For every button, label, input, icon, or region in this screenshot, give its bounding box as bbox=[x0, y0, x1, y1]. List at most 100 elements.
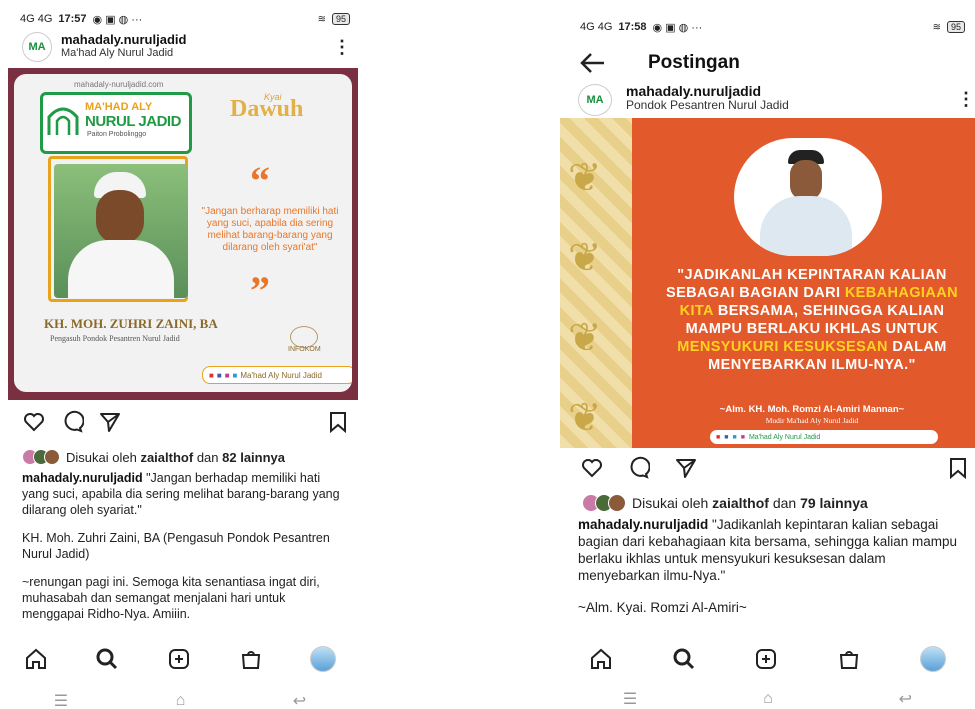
likes-user[interactable]: zaialthof bbox=[712, 495, 769, 511]
shop-icon[interactable] bbox=[239, 647, 263, 671]
menu-icon[interactable]: ☰ bbox=[54, 691, 68, 709]
youtube-icon: ■ bbox=[209, 370, 214, 380]
likes-row[interactable]: Disukai oleh zaialthof dan 79 lainnya bbox=[582, 494, 868, 512]
status-bar: 4G 4G 17:58 ◉ ▣ ◍ ··· ≋ 95 bbox=[580, 18, 965, 36]
rubric-title: Dawuh bbox=[230, 96, 304, 122]
mosque-logo-icon bbox=[47, 107, 79, 135]
mahad-logo: MA'HAD ALY NURUL JADID Paiton Probolingg… bbox=[40, 92, 192, 154]
likes-user[interactable]: zaialthof bbox=[140, 450, 193, 465]
liker-avatars bbox=[582, 494, 626, 512]
kyai-name: KH. MOH. ZUHRI ZAINI, BA bbox=[44, 316, 218, 331]
caption-text2: ~Alm. Kyai. Romzi Al-Amiri~ bbox=[578, 600, 747, 615]
more-icon[interactable]: ⋮ bbox=[957, 90, 975, 108]
social-bar: ■ ■ ■ ■ Ma'had Aly Nurul Jadid bbox=[710, 430, 938, 444]
quote-close-icon: ” bbox=[250, 268, 270, 313]
kyai-role: Pengasuh Pondok Pesantren Nurul Jadid bbox=[50, 334, 180, 343]
right-phone-screen: 4G 4G 17:58 ◉ ▣ ◍ ··· ≋ 95 Postingan MA … bbox=[560, 0, 975, 709]
likes-middle: dan bbox=[772, 495, 797, 511]
logo-sub: Paiton Probolinggo bbox=[87, 131, 147, 138]
comment-icon[interactable] bbox=[60, 410, 84, 434]
system-nav: ☰ ⌂ ↩ bbox=[560, 688, 975, 709]
caption-username[interactable]: mahadaly.nuruljadid bbox=[578, 517, 708, 532]
status-bar: 4G 4G 17:57 ◉ ▣ ◍ ··· ≋ 95 bbox=[20, 10, 350, 28]
heart-icon[interactable] bbox=[22, 410, 46, 434]
bookmark-icon[interactable] bbox=[326, 410, 350, 434]
notification-icons: ◉ ▣ ◍ ··· bbox=[652, 21, 703, 34]
menu-icon[interactable]: ☰ bbox=[623, 689, 637, 709]
share-icon[interactable] bbox=[98, 410, 122, 434]
logo-line1: MA'HAD ALY bbox=[85, 101, 153, 113]
post-caption: mahadaly.nuruljadid "Jangan berhadap mem… bbox=[22, 470, 348, 634]
caption-username[interactable]: mahadaly.nuruljadid bbox=[22, 471, 143, 485]
ornament-border: ❦ ❦ ❦ ❦ bbox=[560, 118, 632, 448]
mudir-photo bbox=[734, 138, 882, 256]
post-username[interactable]: mahadaly.nuruljadid bbox=[61, 32, 186, 47]
likes-count[interactable]: 82 lainnya bbox=[222, 450, 285, 465]
social-label: Ma'had Aly Nurul Jadid bbox=[240, 370, 322, 380]
caption-text2: KH. Moh. Zuhri Zaini, BA (Pengasuh Pondo… bbox=[22, 531, 330, 561]
heart-icon[interactable] bbox=[580, 456, 604, 480]
post-username[interactable]: mahadaly.nuruljadid bbox=[626, 83, 761, 99]
instagram-icon: ■ bbox=[224, 370, 230, 380]
caption-text3: ~renungan pagi ini. Semoga kita senantia… bbox=[22, 575, 320, 621]
quote-highlight-2: MENSYUKURI KESUKSESAN bbox=[677, 339, 888, 355]
social-bar: ■ ■ ■ ■ Ma'had Aly Nurul Jadid bbox=[202, 366, 352, 384]
quote-open-icon: “ bbox=[250, 158, 270, 203]
search-icon[interactable] bbox=[95, 647, 119, 671]
social-label: Ma'had Aly Nurul Jadid bbox=[748, 433, 821, 441]
quote-part-b: BERSAMA, SEHINGGA KALIAN MAMPU BERLAKU I… bbox=[685, 303, 945, 337]
page-title: Postingan bbox=[648, 52, 740, 73]
post-location[interactable]: Pondok Pesantren Nurul Jadid bbox=[626, 98, 789, 112]
account-avatar[interactable]: MA bbox=[22, 32, 52, 62]
home-gesture-icon[interactable]: ⌂ bbox=[763, 690, 773, 708]
add-icon[interactable] bbox=[167, 647, 191, 671]
bookmark-icon[interactable] bbox=[946, 456, 970, 480]
kyai-photo bbox=[54, 164, 188, 298]
notification-icons: ◉ ▣ ◍ ··· bbox=[92, 13, 143, 26]
home-icon[interactable] bbox=[589, 647, 613, 671]
profile-icon[interactable] bbox=[310, 646, 337, 672]
likes-prefix: Disukai oleh bbox=[66, 449, 137, 465]
post-image[interactable]: mahadaly-nuruljadid.com MA'HAD ALY NURUL… bbox=[8, 68, 358, 400]
left-phone-screen: 4G 4G 17:57 ◉ ▣ ◍ ··· ≋ 95 MA mahadaly.n… bbox=[0, 0, 360, 709]
post-location[interactable]: Ma'had Aly Nurul Jadid bbox=[61, 47, 173, 59]
poster-author: ~Alm. KH. Moh. Romzi Al-Amiri Mannan~ bbox=[719, 404, 905, 415]
logo-line2: NURUL JADID bbox=[85, 113, 181, 130]
likes-count[interactable]: 79 lainnya bbox=[800, 495, 868, 511]
bottom-nav bbox=[560, 642, 975, 676]
account-avatar[interactable]: MA bbox=[578, 84, 612, 116]
status-time: 17:58 bbox=[618, 21, 647, 33]
share-icon[interactable] bbox=[674, 456, 698, 480]
home-icon[interactable] bbox=[24, 647, 48, 671]
bottom-nav bbox=[0, 642, 360, 676]
liker-avatars bbox=[22, 449, 60, 465]
poster-author-role: Mudir Ma'had Aly Nurul Jadid bbox=[765, 416, 859, 425]
shop-icon[interactable] bbox=[837, 647, 861, 671]
back-gesture-icon[interactable]: ↩ bbox=[899, 689, 912, 709]
system-nav: ☰ ⌂ ↩ bbox=[0, 690, 360, 709]
facebook-icon: ■ bbox=[724, 433, 729, 441]
poster-site: mahadaly-nuruljadid.com bbox=[74, 80, 164, 89]
back-arrow-icon[interactable] bbox=[580, 52, 606, 74]
likes-row[interactable]: Disukai oleh zaialthof dan 82 lainnya bbox=[22, 449, 285, 465]
likes-prefix: Disukai oleh bbox=[632, 495, 709, 511]
profile-icon[interactable] bbox=[919, 646, 946, 672]
post-image[interactable]: ❦ ❦ ❦ ❦ "JADIKANLAH KEPINTARAN KALIAN SEBAG… bbox=[560, 118, 975, 448]
signal-text: 4G 4G bbox=[580, 21, 613, 33]
poster-card: mahadaly-nuruljadid.com MA'HAD ALY NURUL… bbox=[14, 74, 352, 392]
twitter-icon: ■ bbox=[232, 370, 238, 380]
wifi-icon: ≋ bbox=[317, 13, 326, 25]
battery-indicator: 95 bbox=[946, 21, 965, 33]
twitter-icon: ■ bbox=[732, 433, 737, 441]
infokom-logo bbox=[290, 326, 318, 348]
search-icon[interactable] bbox=[672, 647, 696, 671]
home-gesture-icon[interactable]: ⌂ bbox=[176, 692, 186, 709]
battery-indicator: 95 bbox=[331, 13, 350, 25]
more-icon[interactable]: ⋮ bbox=[333, 38, 351, 56]
add-icon[interactable] bbox=[754, 647, 778, 671]
poster-quote: "JADIKANLAH KEPINTARAN KALIAN SEBAGAI BA… bbox=[652, 266, 972, 374]
youtube-icon: ■ bbox=[716, 433, 721, 441]
back-gesture-icon[interactable]: ↩ bbox=[293, 691, 306, 709]
comment-icon[interactable] bbox=[626, 456, 650, 480]
signal-text: 4G 4G bbox=[20, 13, 53, 25]
